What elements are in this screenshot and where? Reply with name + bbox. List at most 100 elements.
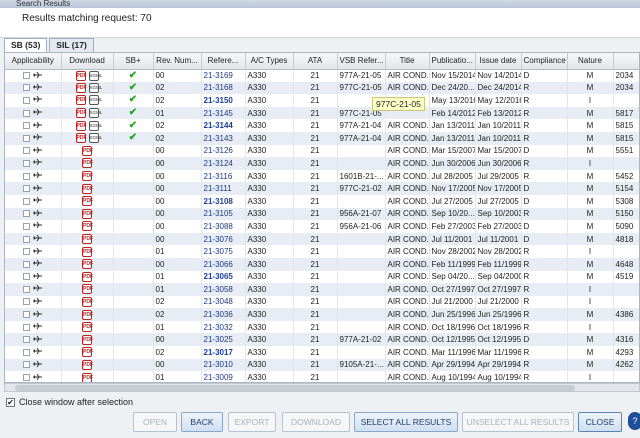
table-row[interactable]: PDF 02 21-3048 A330 21 AIR COND... Jul 21/2000…: [5, 295, 639, 309]
pdf-icon[interactable]: PDF: [75, 82, 87, 93]
table-row[interactable]: PDF 00 21-3116 A330 21 1601B-21-... AIR COND..…: [5, 169, 639, 183]
table-row[interactable]: PDF 02 21-3036 A330 21 AIR COND... Jun 25/1996…: [5, 308, 639, 321]
table-row[interactable]: PDF 00 21-3111 A330 21 977C-21-02 AIR COND... N…: [5, 182, 639, 195]
table-row[interactable]: PDF 00 21-3124 A330 21 AIR COND... Jun 30/2006…: [5, 157, 639, 170]
table-row[interactable]: PDF SGML ✔ 02 21-3143 A330 21 977A-21-04 AIR CON…: [5, 131, 639, 145]
pdf-icon[interactable]: PDF: [75, 133, 87, 144]
applicability-cell[interactable]: [5, 194, 62, 208]
table-row[interactable]: PDF SGML ✔ 02 21-3150 A330 21 May 13/2016 May 12…: [5, 94, 639, 107]
row-checkbox[interactable]: [22, 311, 30, 319]
applicability-cell[interactable]: [5, 346, 62, 359]
aircraft-icon[interactable]: [32, 95, 43, 105]
reference-cell[interactable]: 21-3048: [201, 295, 246, 309]
row-checkbox[interactable]: [22, 273, 30, 281]
row-checkbox[interactable]: [22, 84, 30, 92]
pdf-icon[interactable]: PDF: [82, 221, 93, 232]
applicability-cell[interactable]: [5, 207, 62, 221]
export-button[interactable]: EXPORT: [228, 412, 276, 432]
row-checkbox[interactable]: [22, 197, 30, 205]
aircraft-icon[interactable]: [32, 158, 43, 168]
sgml-icon[interactable]: SGML: [88, 108, 102, 119]
reference-cell[interactable]: 21-3126: [201, 144, 246, 158]
back-button[interactable]: BACK: [181, 412, 223, 432]
reference-cell[interactable]: 21-3108: [201, 194, 246, 208]
pdf-icon[interactable]: PDF: [82, 322, 93, 333]
row-checkbox[interactable]: [22, 122, 30, 130]
pdf-icon[interactable]: PDF: [82, 196, 93, 207]
column-header[interactable]: [613, 53, 639, 70]
table-row[interactable]: PDF SGML ✔ 02 21-3168 A330 21 977C-21-05 AIR CON…: [5, 81, 639, 95]
reference-cell[interactable]: 21-3036: [201, 308, 246, 321]
applicability-cell[interactable]: [5, 270, 62, 284]
sgml-icon[interactable]: SGML: [88, 95, 102, 106]
row-checkbox[interactable]: [22, 72, 30, 80]
sgml-icon[interactable]: SGML: [88, 133, 102, 144]
table-row[interactable]: PDF 00 21-3088 A330 21 956A-21-06 AIR COND... F…: [5, 220, 639, 233]
row-checkbox[interactable]: [22, 222, 30, 230]
table-row[interactable]: PDF 00 21-3066 A330 21 AIR COND... Feb 11/1999…: [5, 257, 639, 271]
applicability-cell[interactable]: [5, 320, 62, 334]
pdf-icon[interactable]: PDF: [82, 347, 93, 358]
reference-cell[interactable]: 21-3032: [201, 320, 246, 334]
column-header[interactable]: Compliance: [521, 53, 568, 70]
aircraft-icon[interactable]: [32, 272, 43, 282]
aircraft-icon[interactable]: [32, 83, 43, 93]
pdf-icon[interactable]: PDF: [82, 259, 93, 270]
aircraft-icon[interactable]: [32, 209, 43, 219]
aircraft-icon[interactable]: [32, 234, 43, 244]
reference-cell[interactable]: 21-3124: [201, 157, 246, 170]
table-row[interactable]: PDF 02 21-3017 A330 21 AIR COND... Mar 11/1996…: [5, 346, 639, 359]
reference-cell[interactable]: 21-3168: [201, 81, 246, 95]
pdf-icon[interactable]: PDF: [82, 309, 93, 320]
applicability-cell[interactable]: [5, 295, 62, 309]
reference-cell[interactable]: 21-3116: [201, 169, 246, 183]
reference-cell[interactable]: 21-3111: [201, 182, 246, 195]
table-row[interactable]: PDF 01 21-3009 A330 21 AIR COND... Aug 10/1994…: [5, 371, 639, 382]
column-header[interactable]: A/C Types: [245, 53, 294, 70]
table-row[interactable]: PDF 00 21-3108 A330 21 AIR COND... Jul 27/2005…: [5, 194, 639, 208]
reference-cell[interactable]: 21-3075: [201, 245, 246, 258]
column-header[interactable]: Rev. Num...: [153, 53, 202, 70]
close-window-option[interactable]: ✔ Close window after selection: [6, 397, 133, 407]
close-window-checkbox[interactable]: ✔: [6, 397, 15, 407]
row-checkbox[interactable]: [22, 235, 30, 243]
aircraft-icon[interactable]: [32, 373, 43, 382]
reference-cell[interactable]: 21-3144: [201, 119, 246, 132]
aircraft-icon[interactable]: [32, 297, 43, 307]
aircraft-icon[interactable]: [32, 133, 43, 143]
applicability-cell[interactable]: [5, 358, 62, 372]
reference-cell[interactable]: 21-3076: [201, 232, 246, 246]
table-row[interactable]: PDF SGML ✔ 00 21-3169 A330 21 977A-21-05 AIR CON…: [5, 69, 639, 82]
pdf-icon[interactable]: PDF: [82, 183, 93, 194]
aircraft-icon[interactable]: [32, 171, 43, 181]
applicability-cell[interactable]: [5, 119, 62, 132]
column-header[interactable]: Nature: [567, 53, 614, 70]
applicability-cell[interactable]: [5, 94, 62, 107]
applicability-cell[interactable]: [5, 371, 62, 382]
table-row[interactable]: PDF 01 21-3058 A330 21 AIR COND... Oct 27/1997…: [5, 283, 639, 296]
aircraft-icon[interactable]: [32, 108, 43, 118]
aircraft-icon[interactable]: [32, 184, 43, 194]
row-checkbox[interactable]: [22, 147, 30, 155]
column-header[interactable]: Download: [61, 53, 114, 70]
aircraft-icon[interactable]: [32, 360, 43, 370]
applicability-cell[interactable]: [5, 257, 62, 271]
applicability-cell[interactable]: [5, 220, 62, 233]
table-row[interactable]: PDF 00 21-3076 A330 21 AIR COND... Jul 11/2001…: [5, 232, 639, 246]
column-header[interactable]: SB+: [113, 53, 154, 70]
horizontal-scrollbar[interactable]: [4, 383, 640, 392]
sgml-icon[interactable]: SGML: [88, 70, 102, 81]
pdf-icon[interactable]: PDF: [82, 246, 93, 257]
row-checkbox[interactable]: [22, 172, 30, 180]
reference-cell[interactable]: 21-3143: [201, 131, 246, 145]
column-header[interactable]: VSB Refer...: [337, 53, 386, 70]
row-checkbox[interactable]: [22, 248, 30, 256]
column-header[interactable]: Refere...: [201, 53, 246, 70]
table-row[interactable]: PDF 01 21-3075 A330 21 AIR COND... Nov 28/2002…: [5, 245, 639, 258]
aircraft-icon[interactable]: [32, 196, 43, 206]
reference-cell[interactable]: 21-3066: [201, 257, 246, 271]
table-row[interactable]: PDF 00 21-3010 A330 21 9105A-21-... AIR COND..…: [5, 358, 639, 372]
applicability-cell[interactable]: [5, 106, 62, 120]
aircraft-icon[interactable]: [32, 146, 43, 156]
pdf-icon[interactable]: PDF: [75, 70, 87, 81]
